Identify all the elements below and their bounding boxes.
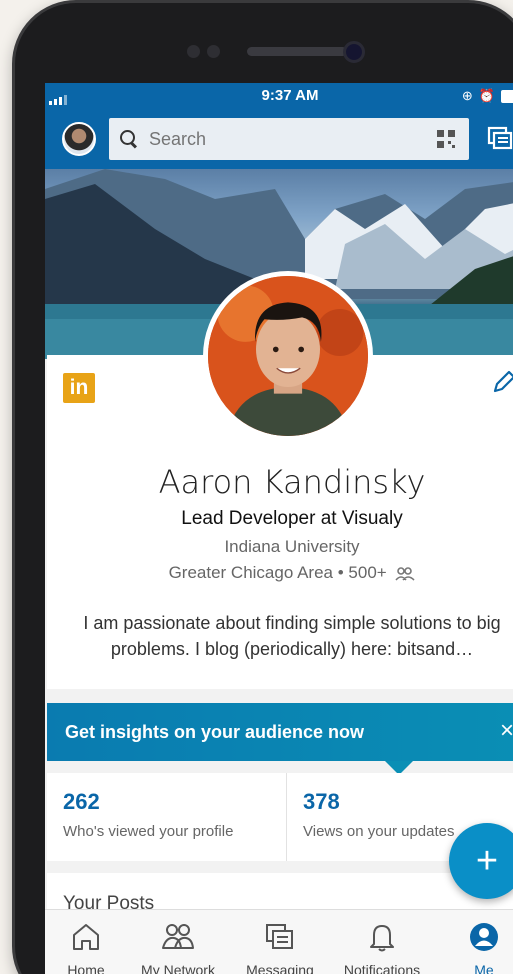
nav-item-home[interactable]: Home [45,910,127,974]
profile-name: Aaron Kandinsky [158,463,426,501]
battery-icon [501,89,513,103]
search-icon [119,129,139,149]
profile-views-stat[interactable]: 262 Who's viewed your profile [47,773,287,861]
stat-label: Who's viewed your profile [63,823,234,840]
search-bar[interactable] [109,118,469,160]
profile-summary[interactable]: I am passionate about finding simple sol… [79,610,505,662]
sensor-dot [207,45,220,58]
nav-label: Me [474,962,494,974]
network-icon [162,924,194,949]
nav-label: Notifications [343,962,421,974]
phone-frame: 9:37 AM ⊕ ⏰ Search in Aaron Kandinsky Le… [12,0,513,974]
profile-location: Greater Chicago Area [168,563,333,582]
pencil-icon[interactable] [491,369,513,395]
nav-label: Messaging [246,962,314,974]
insights-banner[interactable]: Get insights on your audience now × [47,703,513,761]
sensor-dot [187,45,200,58]
stat-value: 262 [63,789,100,814]
profile-headline: Lead Developer at Visualy [181,508,403,529]
stats-card: 262 Who's viewed your profile 378 Views … [47,773,513,861]
stat-value: 378 [303,789,340,814]
app-screen: 9:37 AM ⊕ ⏰ Search in Aaron Kandinsky Le… [45,83,513,974]
profile-photo[interactable] [203,271,373,441]
status-bar: 9:37 AM ⊕ ⏰ [45,83,513,109]
status-time: 9:37 AM [261,87,319,104]
lock-rotation-icon: ⊕ [461,88,473,103]
speaker-grill [247,47,347,56]
me-icon [470,923,498,951]
messages-icon[interactable] [487,126,513,152]
profile-school: Indiana University [224,537,360,556]
insights-text: Get insights on your audience now [65,722,365,742]
linkedin-logo: in [63,373,95,403]
alarm-icon: ⏰ [478,88,495,103]
nav-item-messaging[interactable]: Messaging [229,910,331,974]
nav-item-me[interactable]: Me [433,910,513,974]
close-icon[interactable]: × [493,717,513,745]
home-icon [73,924,99,950]
connections-count[interactable]: 500+ [348,563,386,582]
connections-icon [395,566,416,581]
messaging-icon [266,924,293,949]
location-row: Greater Chicago Area • 500+ [47,563,513,583]
nav-label: Home [67,962,105,974]
avatar[interactable] [62,122,96,156]
bottom-nav: Home My Network Messaging Notifications … [45,909,513,974]
qr-code-icon[interactable] [437,130,455,148]
front-camera [343,41,365,63]
bell-icon [370,925,394,952]
nav-item-notifications[interactable]: Notifications [331,910,433,974]
nav-label: My Network [141,962,215,974]
top-bar [45,109,513,169]
search-input[interactable] [149,128,399,150]
nav-item-my-network[interactable]: My Network [127,910,229,974]
